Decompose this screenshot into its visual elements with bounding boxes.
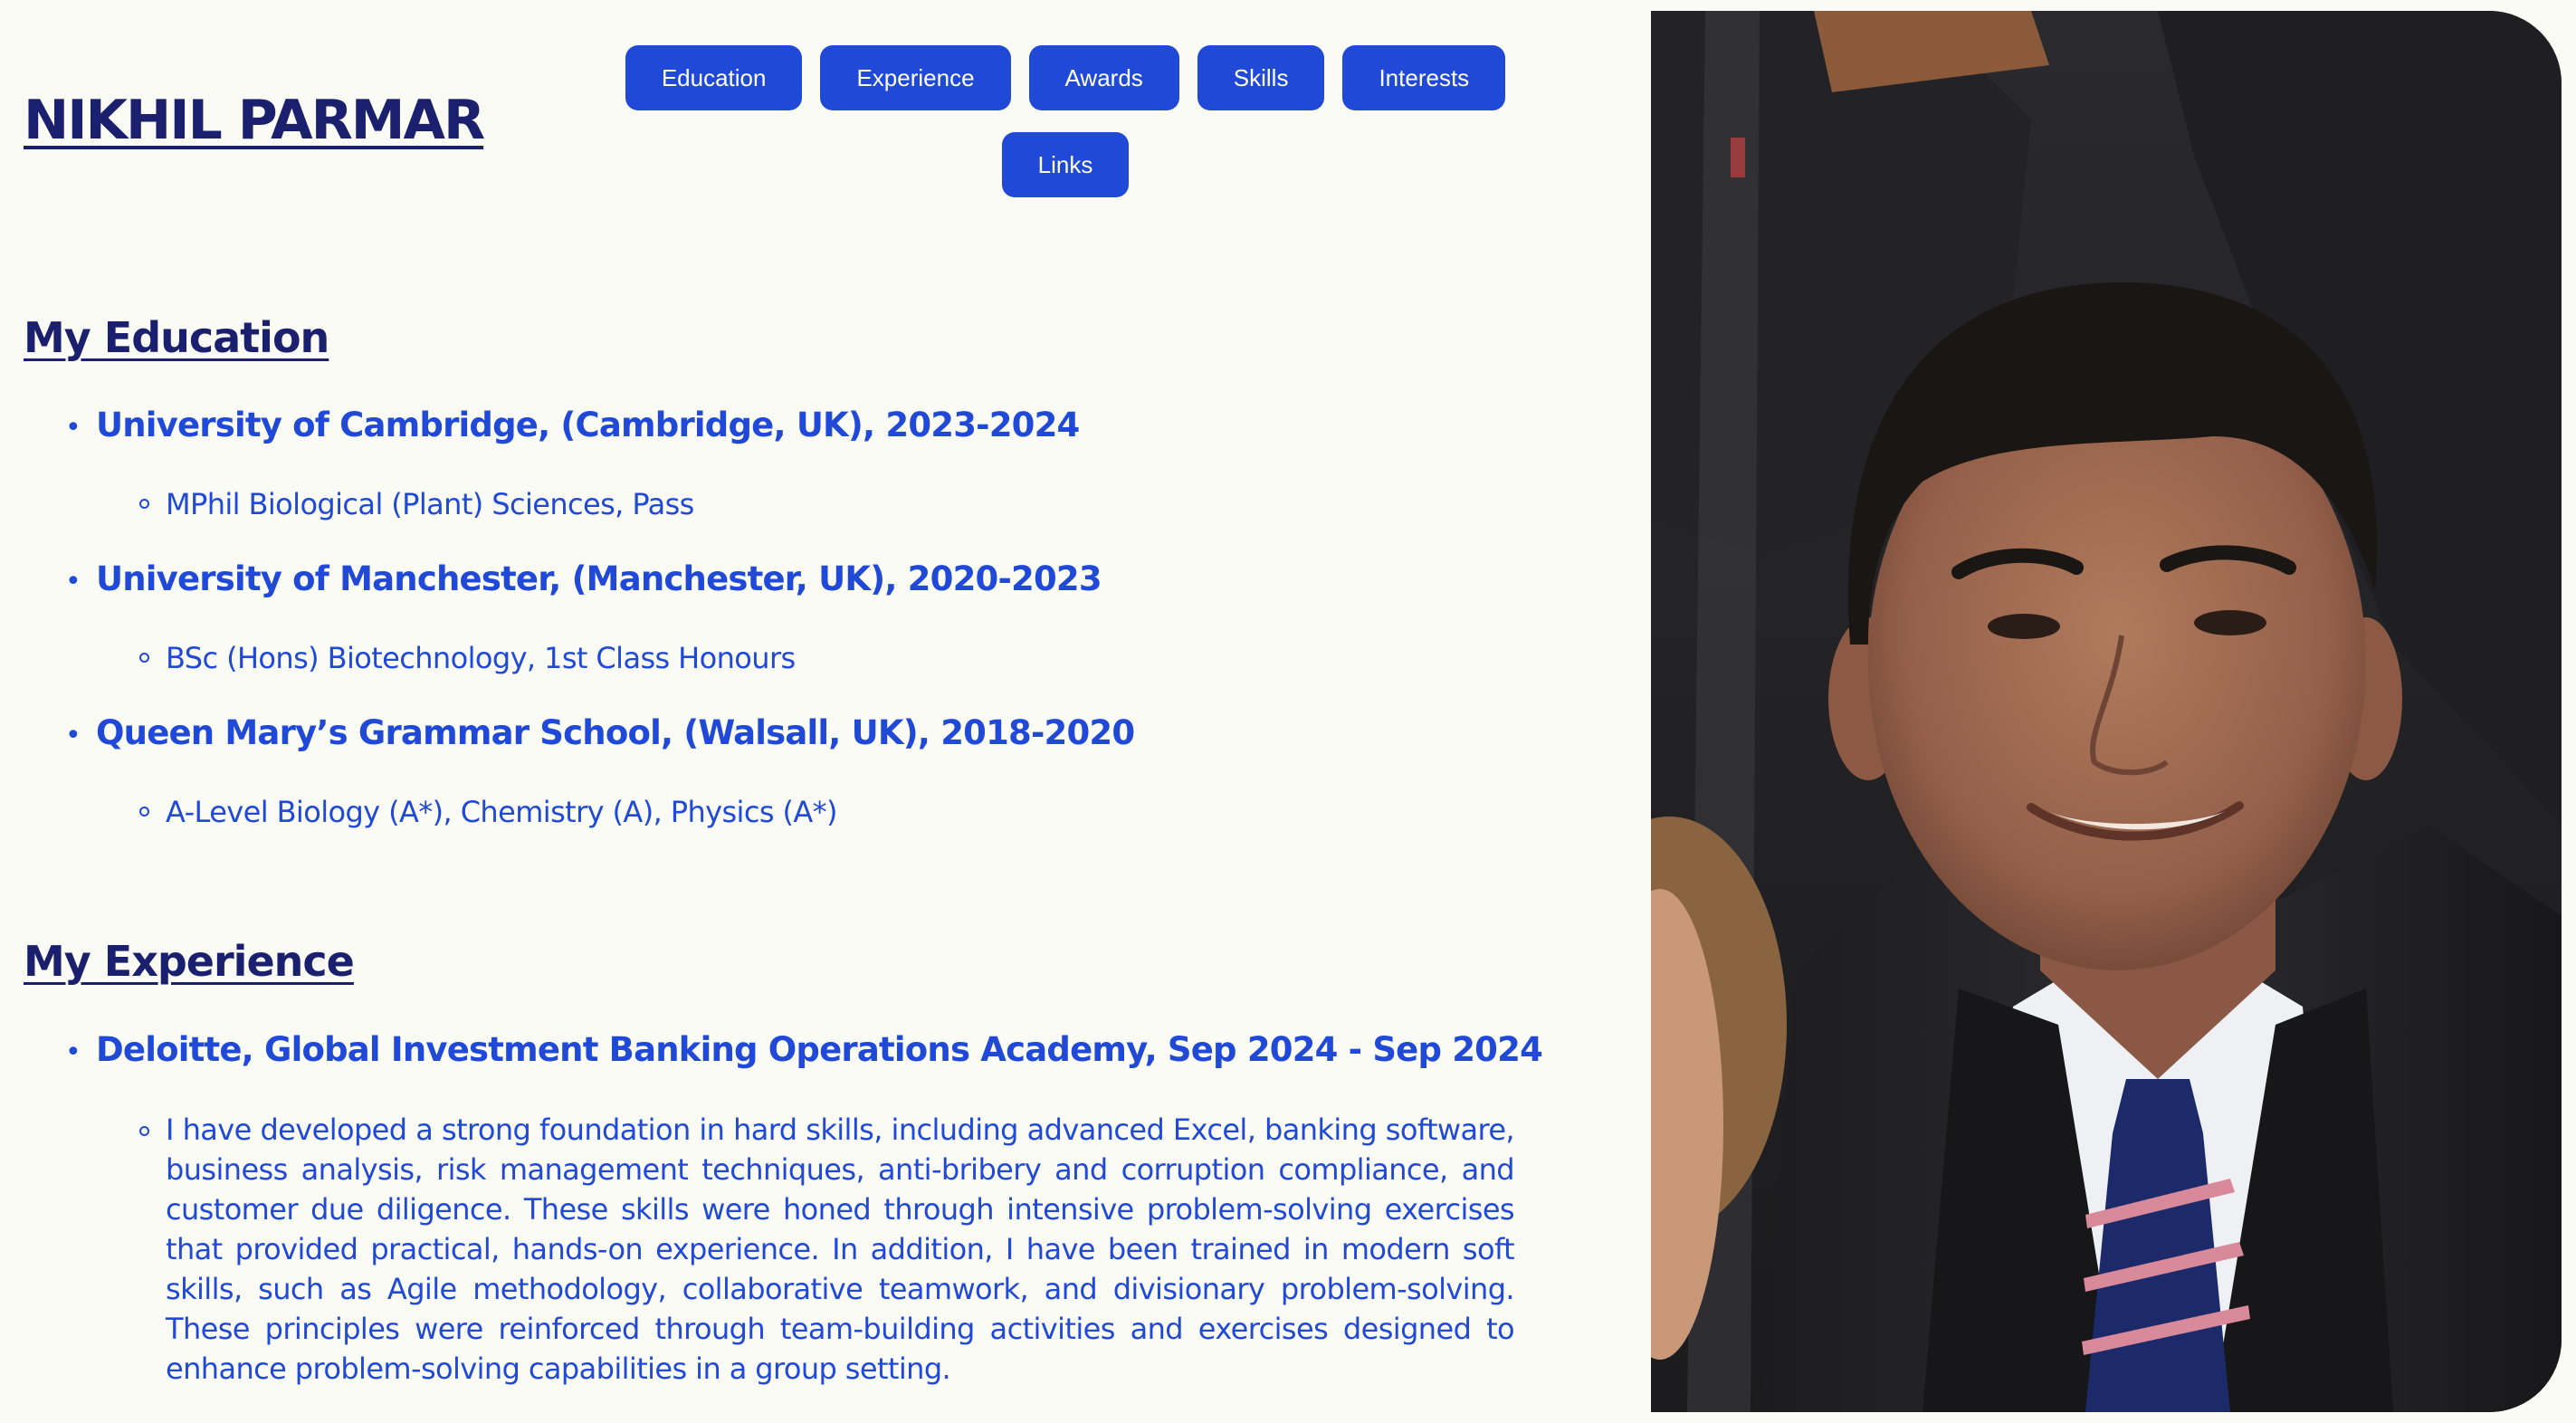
bullet-dot: •	[65, 566, 81, 597]
bullet-circle	[139, 499, 149, 509]
education-entry: • University of Manchester, (Manchester,…	[65, 559, 1102, 598]
education-entry-detail: A-Level Biology (A*), Chemistry (A), Phy…	[139, 795, 838, 829]
education-entry: • Queen Mary’s Grammar School, (Walsall,…	[65, 713, 1135, 752]
education-detail-text: BSc (Hons) Biotechnology, 1st Class Hono…	[166, 641, 796, 675]
site-title-link[interactable]: NIKHIL PARMAR	[24, 89, 485, 152]
bullet-circle	[139, 807, 149, 817]
bullet-dot: •	[65, 720, 81, 751]
bullet-dot: •	[65, 412, 81, 444]
experience-entry-title: Deloitte, Global Investment Banking Oper…	[96, 1030, 1543, 1069]
bullet-circle	[139, 653, 149, 663]
experience-detail-text: I have developed a strong foundation in …	[166, 1113, 1515, 1386]
profile-photo	[1651, 11, 2562, 1412]
section-nav: Education Experience Awards Skills Inter…	[608, 45, 1522, 197]
experience-heading: My Experience	[24, 937, 355, 986]
education-detail-text: A-Level Biology (A*), Chemistry (A), Phy…	[166, 795, 838, 829]
education-entry: • University of Cambridge, (Cambridge, U…	[65, 406, 1080, 444]
education-detail-text: MPhil Biological (Plant) Sciences, Pass	[166, 487, 694, 521]
education-heading: My Education	[24, 313, 329, 362]
nav-button-education[interactable]: Education	[625, 45, 803, 110]
experience-entry: • Deloitte, Global Investment Banking Op…	[65, 1030, 1543, 1069]
nav-button-interests[interactable]: Interests	[1342, 45, 1506, 110]
nav-button-experience[interactable]: Experience	[820, 45, 1011, 110]
education-entry-title: Queen Mary’s Grammar School, (Walsall, U…	[96, 713, 1135, 752]
education-entry-detail: MPhil Biological (Plant) Sciences, Pass	[139, 487, 694, 521]
education-entry-title: University of Manchester, (Manchester, U…	[96, 559, 1102, 598]
nav-button-skills[interactable]: Skills	[1197, 45, 1325, 110]
content-column: NIKHIL PARMAR Education Experience Award…	[0, 0, 1543, 1423]
education-entry-detail: BSc (Hons) Biotechnology, 1st Class Hono…	[139, 641, 796, 675]
bullet-circle	[139, 1126, 149, 1136]
portfolio-page: NIKHIL PARMAR Education Experience Award…	[0, 0, 2576, 1423]
education-entry-title: University of Cambridge, (Cambridge, UK)…	[96, 406, 1080, 444]
nav-button-awards[interactable]: Awards	[1028, 45, 1179, 110]
bullet-dot: •	[65, 1036, 81, 1068]
nav-button-links[interactable]: Links	[1001, 132, 1130, 197]
experience-entry-detail: I have developed a strong foundation in …	[139, 1110, 1515, 1389]
